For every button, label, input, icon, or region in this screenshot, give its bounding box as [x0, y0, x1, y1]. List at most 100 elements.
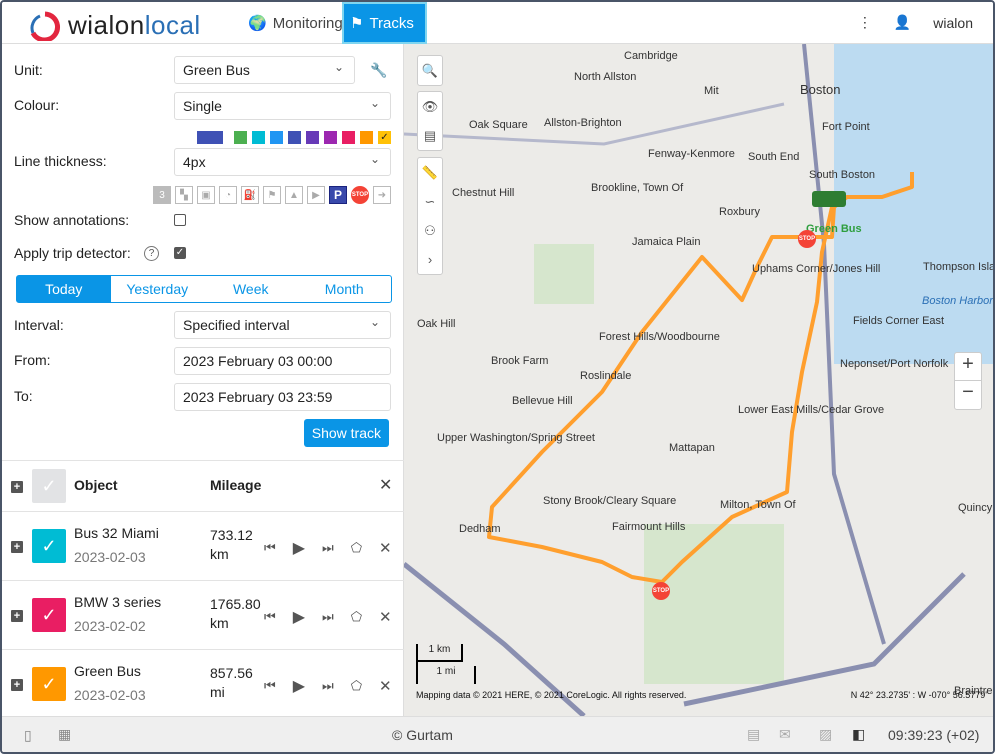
copyright: © Gurtam: [392, 727, 453, 743]
apps-grid-icon[interactable]: ▦: [58, 726, 71, 743]
play-icon[interactable]: ▶: [293, 538, 305, 558]
toggle-panel-icon[interactable]: ▯: [24, 727, 32, 744]
chevron-right-icon[interactable]: ›: [428, 245, 432, 274]
notifications-icon[interactable]: ▤: [747, 726, 760, 743]
fuel-icon[interactable]: ▣: [197, 186, 215, 204]
show-track-button[interactable]: Show track: [303, 419, 389, 447]
polygon-icon[interactable]: ⬠: [351, 609, 362, 625]
logo[interactable]: wialonlocal: [28, 10, 201, 41]
map-layers-group: 👁 ▤: [417, 91, 443, 151]
track-checkbox[interactable]: ✓: [32, 598, 66, 632]
colour-swatch[interactable]: ✓: [378, 130, 391, 144]
map-place-label: Oak Hill: [417, 318, 456, 330]
remove-icon[interactable]: ✕: [379, 608, 392, 626]
zoom-out-button[interactable]: −: [955, 381, 981, 409]
nav-monitoring[interactable]: 🌍 Monitoring: [240, 2, 351, 44]
skip-forward-icon[interactable]: ⏭: [322, 540, 334, 556]
thickness-select[interactable]: 4px ⌄: [174, 148, 391, 176]
stop-icon[interactable]: STOP: [351, 186, 369, 204]
track-checkbox[interactable]: ✓: [32, 529, 66, 563]
expand-icon[interactable]: +: [11, 679, 23, 691]
image-icon[interactable]: ▨: [819, 726, 832, 743]
expand-icon[interactable]: +: [11, 541, 23, 553]
map-place-label: Milton, Town Of: [720, 499, 796, 511]
route-icon[interactable]: ∽: [425, 187, 436, 216]
username[interactable]: wialon: [933, 15, 973, 31]
video-icon[interactable]: ▶: [307, 186, 325, 204]
skip-back-icon[interactable]: ⏮: [264, 609, 276, 625]
eye-icon[interactable]: 👁: [422, 92, 439, 121]
parking-icon[interactable]: P: [329, 186, 347, 204]
fuel-station-icon[interactable]: ⛽: [241, 186, 259, 204]
stop-marker[interactable]: STOP: [652, 582, 670, 600]
skip-forward-icon[interactable]: ⏭: [322, 678, 334, 694]
map-tools-group: 📏 ∽ ⚇ ›: [417, 157, 443, 275]
image-icon[interactable]: ▲: [285, 186, 303, 204]
colour-swatch[interactable]: [234, 130, 247, 144]
user-icon[interactable]: 👤: [894, 14, 911, 31]
track-checkbox[interactable]: ✓: [32, 667, 66, 701]
tab-week[interactable]: Week: [204, 276, 298, 302]
colour-swatch[interactable]: [252, 130, 265, 144]
skip-forward-icon[interactable]: ⏭: [322, 609, 334, 625]
from-input[interactable]: 2023 February 03 00:00: [174, 347, 391, 375]
events-icon[interactable]: ▚: [175, 186, 193, 204]
map-search-button[interactable]: 🔍: [417, 55, 443, 86]
tab-month[interactable]: Month: [298, 276, 392, 302]
scale-bar: 1 km 1 mi: [416, 644, 476, 684]
wrench-icon[interactable]: 🔧: [370, 62, 387, 79]
colour-swatch[interactable]: [324, 130, 337, 144]
nav-label: Tracks: [369, 14, 414, 32]
tab-today[interactable]: Today: [17, 276, 111, 302]
map-icon[interactable]: ▤: [424, 121, 436, 150]
remove-icon[interactable]: ✕: [379, 677, 392, 695]
colour-swatches: ✓: [192, 128, 391, 144]
annotations-checkbox[interactable]: [174, 214, 186, 226]
colour-swatch[interactable]: [306, 130, 319, 144]
zoom-in-button[interactable]: +: [955, 353, 981, 381]
colour-swatch[interactable]: [360, 130, 373, 144]
colour-swatch[interactable]: [270, 130, 283, 144]
trip-detector-checkbox[interactable]: ✓: [174, 247, 186, 259]
bus-icon[interactable]: [812, 191, 846, 207]
colour-swatch[interactable]: [288, 130, 301, 144]
flag-icon[interactable]: ⚑: [263, 186, 281, 204]
nav-tracks[interactable]: ⚑ Tracks: [342, 2, 427, 44]
select-all-checkbox[interactable]: ✓: [32, 469, 66, 503]
colour-swatch[interactable]: [342, 130, 355, 144]
remove-all-icon[interactable]: ✕: [379, 475, 392, 495]
expand-all-icon[interactable]: +: [11, 481, 23, 493]
stop-marker[interactable]: STOP: [798, 230, 816, 248]
colour-select[interactable]: Single ⌄: [174, 92, 391, 120]
polygon-icon[interactable]: ⬠: [351, 540, 362, 556]
map-place-label: Uphams Corner/Jones Hill: [752, 263, 881, 275]
skip-back-icon[interactable]: ⏮: [264, 678, 276, 694]
to-input[interactable]: 2023 February 03 23:59: [174, 383, 391, 411]
map-attribution: Mapping data © 2021 HERE, © 2021 CoreLog…: [416, 690, 687, 700]
map[interactable]: Cambridge North Allston Mit Boston Oak Squar…: [404, 44, 993, 716]
skip-back-icon[interactable]: ⏮: [264, 540, 276, 556]
messages-icon[interactable]: ✉: [779, 726, 791, 743]
more-menu-icon[interactable]: ⋮: [858, 14, 872, 31]
help-icon[interactable]: ?: [144, 246, 159, 261]
globe-icon: 🌍: [248, 15, 267, 32]
from-label: From:: [14, 352, 51, 368]
arrow-right-icon[interactable]: ➜: [373, 186, 391, 204]
layout-icon[interactable]: ◧: [852, 726, 865, 743]
waypoints-icon[interactable]: ⚇: [424, 216, 436, 245]
polygon-icon[interactable]: ⬠: [351, 678, 362, 694]
ruler-icon[interactable]: 📏: [422, 158, 438, 187]
speedometer-icon[interactable]: ◔: [219, 186, 237, 204]
tab-yesterday[interactable]: Yesterday: [111, 276, 205, 302]
count-icon[interactable]: 3: [153, 186, 171, 204]
play-icon[interactable]: ▶: [293, 607, 305, 627]
play-icon[interactable]: ▶: [293, 676, 305, 696]
map-place-label: Mit: [704, 85, 719, 97]
unit-select[interactable]: Green Bus ⌄: [174, 56, 355, 84]
chevron-down-icon: ⌄: [369, 315, 380, 329]
expand-icon[interactable]: +: [11, 610, 23, 622]
colour-swatch[interactable]: [197, 130, 223, 144]
map-place-label: Boston Harbor: [922, 295, 993, 307]
remove-icon[interactable]: ✕: [379, 539, 392, 557]
interval-select[interactable]: Specified interval ⌄: [174, 311, 391, 339]
